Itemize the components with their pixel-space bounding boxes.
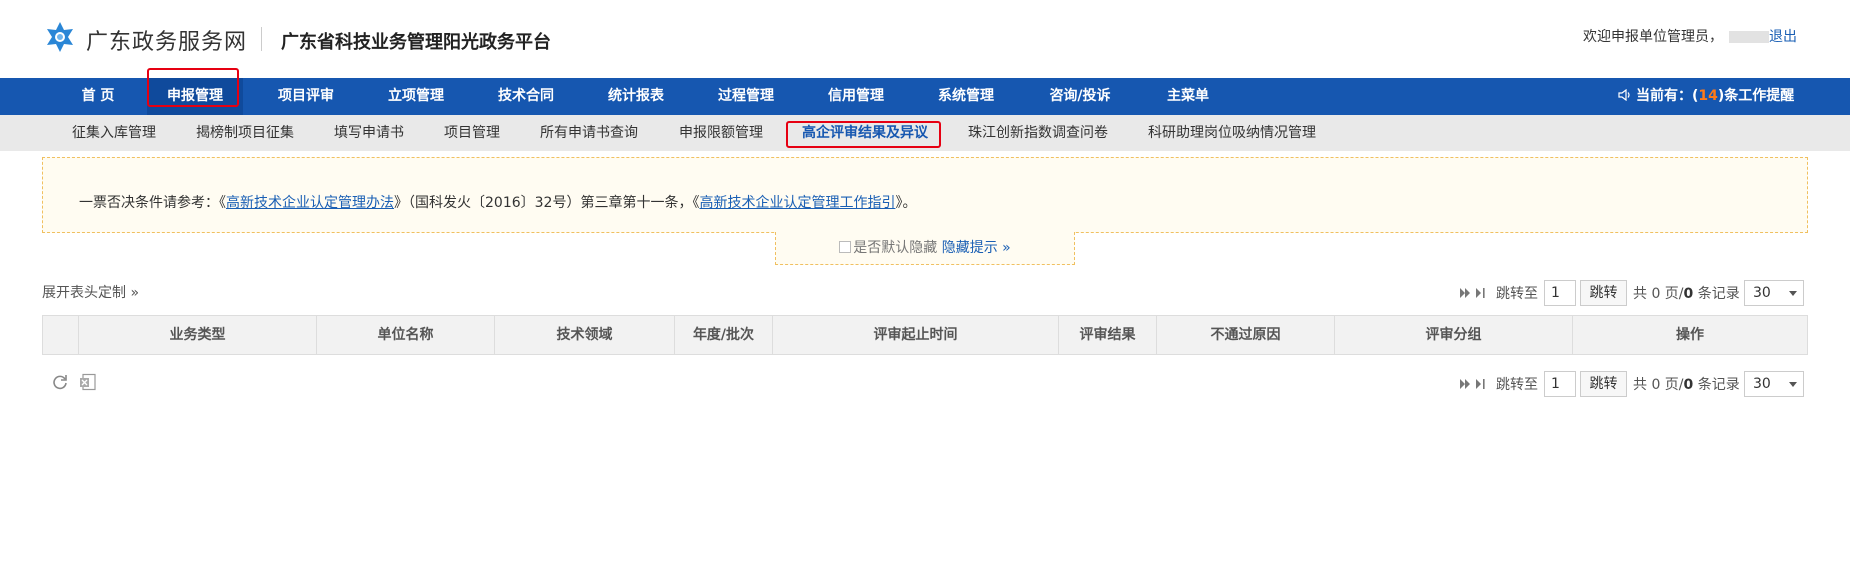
page-size-select[interactable]: 30 bbox=[1744, 280, 1804, 306]
speaker-icon bbox=[1618, 89, 1630, 101]
subnav-pearl-river-survey[interactable]: 珠江创新指数调查问卷 bbox=[968, 115, 1108, 151]
pager-top: 跳转至 1 跳转 共 0 页/0 条记录 30 bbox=[1458, 280, 1808, 306]
page-nav-arrows-icon[interactable] bbox=[1458, 286, 1488, 300]
table-header-fail-reason[interactable]: 不通过原因 bbox=[1157, 316, 1335, 354]
refresh-icon[interactable] bbox=[51, 373, 69, 391]
nav-consult-complaint[interactable]: 咨询/投诉 bbox=[1032, 78, 1128, 115]
welcome-label: 欢迎申报单位管理员， bbox=[1583, 29, 1723, 45]
nav-project-review[interactable]: 项目评审 bbox=[258, 78, 354, 115]
welcome-text: 欢迎申报单位管理员， bbox=[1583, 26, 1775, 46]
nav-project-approval[interactable]: 立项管理 bbox=[368, 78, 464, 115]
hide-notice-link[interactable]: 隐藏提示 » bbox=[942, 240, 1011, 256]
summary-suffix: 条记录 bbox=[1693, 377, 1740, 393]
page-size-value: 30 bbox=[1753, 376, 1771, 392]
nav-process-management[interactable]: 过程管理 bbox=[698, 78, 794, 115]
table-header-review-group[interactable]: 评审分组 bbox=[1335, 316, 1573, 354]
nav-statistics-report[interactable]: 统计报表 bbox=[588, 78, 684, 115]
pager-bottom: 跳转至 1 跳转 共 0 页/0 条记录 30 bbox=[1458, 371, 1808, 397]
nav-application-management[interactable]: 申报管理 bbox=[147, 78, 243, 115]
platform-title: 广东省科技业务管理阳光政务平台 bbox=[281, 32, 551, 53]
notice-toggle-tab: 是否默认隐藏 隐藏提示 » bbox=[775, 232, 1075, 265]
nav-main-menu[interactable]: 主菜单 bbox=[1140, 78, 1236, 115]
site-logo-text[interactable]: 广东政务服务网 bbox=[86, 24, 247, 56]
record-count: 0 bbox=[1683, 286, 1694, 302]
summary-prefix: 共 0 页/ bbox=[1633, 377, 1684, 393]
default-hide-label: 是否默认隐藏 bbox=[853, 240, 938, 256]
reminder-count: 14 bbox=[1698, 88, 1718, 104]
summary-prefix: 共 0 页/ bbox=[1633, 286, 1684, 302]
subnav-open-competition[interactable]: 揭榜制项目征集 bbox=[196, 115, 294, 151]
subnav-quota-management[interactable]: 申报限额管理 bbox=[679, 115, 763, 151]
table-header-business-type[interactable]: 业务类型 bbox=[79, 316, 317, 354]
subnav-fill-application[interactable]: 填写申请书 bbox=[334, 115, 404, 151]
jump-to-label: 跳转至 bbox=[1496, 377, 1538, 393]
table-header-unit-name[interactable]: 单位名称 bbox=[317, 316, 495, 354]
hitech-management-measures-link[interactable]: 高新技术企业认定管理办法 bbox=[226, 195, 394, 211]
jump-button[interactable]: 跳转 bbox=[1580, 280, 1627, 306]
page-number-input[interactable]: 1 bbox=[1544, 280, 1576, 306]
excel-export-icon[interactable] bbox=[79, 373, 97, 391]
sub-nav: 征集入库管理 揭榜制项目征集 填写申请书 项目管理 所有申请书查询 申报限额管理… bbox=[0, 115, 1850, 151]
jump-button[interactable]: 跳转 bbox=[1580, 371, 1627, 397]
default-hide-checkbox[interactable] bbox=[839, 241, 852, 253]
table-header-tech-field[interactable]: 技术领域 bbox=[495, 316, 675, 354]
expand-header-customize[interactable]: 展开表头定制 » bbox=[42, 282, 139, 302]
subnav-project-management[interactable]: 项目管理 bbox=[444, 115, 500, 151]
hitech-guidelines-link[interactable]: 高新技术企业认定管理工作指引 bbox=[699, 195, 895, 211]
main-nav: 首 页 申报管理 项目评审 立项管理 技术合同 统计报表 过程管理 信用管理 系… bbox=[0, 78, 1850, 115]
notice-text: 一票否决条件请参考：《高新技术企业认定管理办法》（国科发火〔2016〕32号）第… bbox=[79, 192, 916, 212]
chevron-down-icon bbox=[1789, 382, 1797, 387]
logout-link[interactable]: 退出 bbox=[1769, 26, 1797, 46]
nav-tech-contract[interactable]: 技术合同 bbox=[478, 78, 574, 115]
masked-username bbox=[1729, 31, 1769, 43]
page-size-value: 30 bbox=[1753, 285, 1771, 301]
header-divider bbox=[261, 27, 262, 51]
table-header-checkbox-col bbox=[43, 316, 79, 354]
table-header-operation: 操作 bbox=[1676, 327, 1704, 343]
notice-middle: 》（国科发火〔2016〕32号）第三章第十一条，《 bbox=[394, 195, 700, 211]
notice-tail: 》。 bbox=[895, 195, 917, 211]
table-header-year-batch[interactable]: 年度/批次 bbox=[675, 316, 773, 354]
page-number-input[interactable]: 1 bbox=[1544, 371, 1576, 397]
reminder-prefix: 当前有：( bbox=[1636, 88, 1699, 104]
table-tools bbox=[51, 373, 101, 393]
page-header: 广东政务服务网 广东省科技业务管理阳光政务平台 欢迎申报单位管理员， 退出 bbox=[0, 0, 1850, 78]
record-summary: 共 0 页/0 条记录 bbox=[1633, 374, 1740, 394]
subnav-research-assistant[interactable]: 科研助理岗位吸纳情况管理 bbox=[1148, 115, 1316, 151]
nav-system-management[interactable]: 系统管理 bbox=[918, 78, 1014, 115]
reminder-suffix: )条工作提醒 bbox=[1717, 88, 1795, 104]
work-reminder[interactable]: 当前有：(14)条工作提醒 bbox=[1618, 78, 1794, 115]
notice-lead: 一票否决条件请参考：《 bbox=[79, 195, 226, 211]
subnav-collection-storage[interactable]: 征集入库管理 bbox=[72, 115, 156, 151]
review-results-table: 业务类型 单位名称 技术领域 年度/批次 评审起止时间 评审结果 不通过原因 评… bbox=[42, 315, 1808, 355]
jump-to-label: 跳转至 bbox=[1496, 286, 1538, 302]
nav-home[interactable]: 首 页 bbox=[60, 78, 136, 115]
table-header-review-period[interactable]: 评审起止时间 bbox=[773, 316, 1059, 354]
record-summary: 共 0 页/0 条记录 bbox=[1633, 283, 1740, 303]
guangdong-gov-logo-icon bbox=[47, 22, 73, 52]
page-size-select[interactable]: 30 bbox=[1744, 371, 1804, 397]
page-nav-arrows-icon[interactable] bbox=[1458, 377, 1488, 391]
notice-panel: 一票否决条件请参考：《高新技术企业认定管理办法》（国科发火〔2016〕32号）第… bbox=[42, 157, 1808, 233]
chevron-down-icon bbox=[1789, 291, 1797, 296]
record-count: 0 bbox=[1683, 377, 1694, 393]
nav-credit-management[interactable]: 信用管理 bbox=[808, 78, 904, 115]
subnav-all-applications-query[interactable]: 所有申请书查询 bbox=[540, 115, 638, 151]
subnav-hitech-review-results[interactable]: 高企评审结果及异议 bbox=[802, 115, 928, 151]
table-header-review-result[interactable]: 评审结果 bbox=[1059, 316, 1157, 354]
summary-suffix: 条记录 bbox=[1693, 286, 1740, 302]
